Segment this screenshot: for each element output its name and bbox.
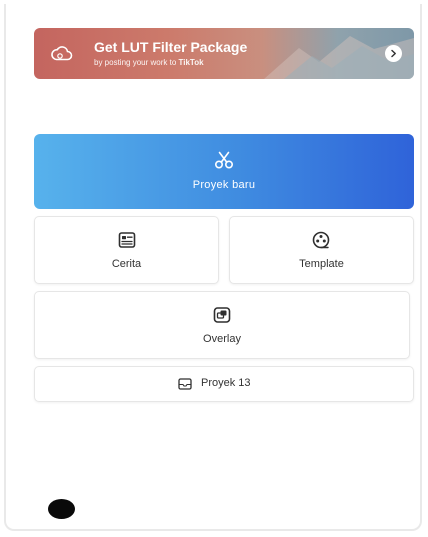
overlay-button[interactable]: Overlay xyxy=(34,291,410,359)
promo-subtitle-text: by posting your work to xyxy=(94,58,179,67)
overlay-label: Overlay xyxy=(203,333,241,345)
projects-icon xyxy=(178,378,192,390)
projects-label: Proyek 13 xyxy=(201,377,251,389)
promo-banner[interactable]: Get LUT Filter Package by posting your w… xyxy=(34,28,414,79)
promo-subtitle: by posting your work to TikTok xyxy=(94,58,204,67)
template-label: Template xyxy=(299,258,344,270)
chevron-right-icon xyxy=(391,49,396,58)
projects-button[interactable]: Proyek 13 xyxy=(34,366,414,402)
new-project-label: Proyek baru xyxy=(192,179,256,191)
promo-title: Get LUT Filter Package xyxy=(94,39,248,55)
promo-arrow-button[interactable] xyxy=(385,45,402,62)
story-icon xyxy=(118,232,136,248)
new-project-button[interactable]: Proyek baru xyxy=(34,134,414,209)
cloud-icon xyxy=(51,46,73,61)
promo-brand-text: TikTok xyxy=(178,58,204,67)
overlay-icon xyxy=(213,307,231,323)
story-label: Cerita xyxy=(111,258,142,270)
film-reel-icon xyxy=(312,231,330,249)
template-button[interactable]: Template xyxy=(229,216,414,284)
story-button[interactable]: Cerita xyxy=(34,216,219,284)
black-dot xyxy=(48,499,75,519)
scissors-icon xyxy=(214,151,234,169)
